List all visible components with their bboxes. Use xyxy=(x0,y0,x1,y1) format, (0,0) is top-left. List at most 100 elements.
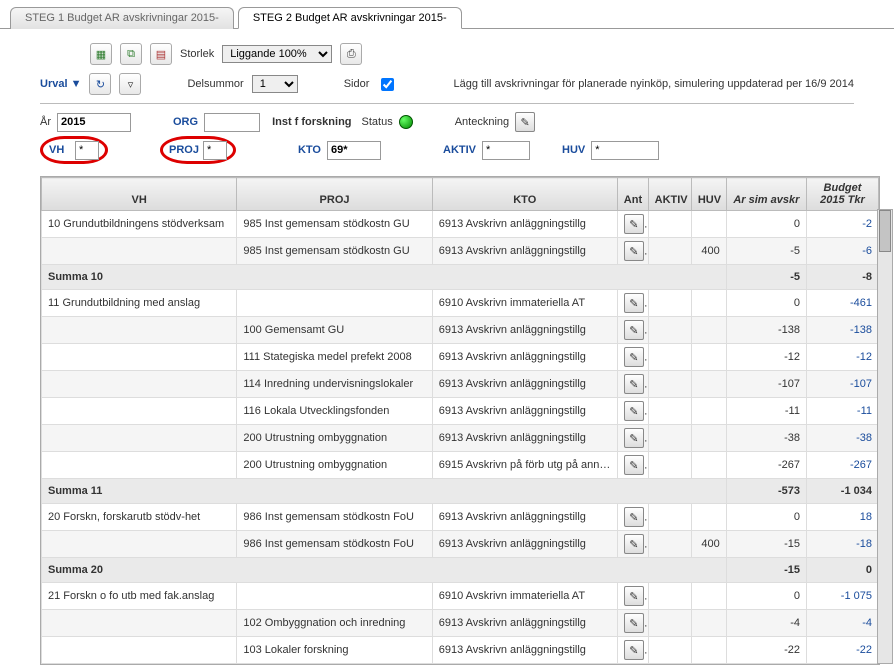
edit-row-button[interactable]: ✎ xyxy=(624,507,644,527)
cell-arsim: -5 xyxy=(726,238,806,265)
cell-huv xyxy=(691,425,726,452)
table-row: 10 Grundutbildningens stödverksam985 Ins… xyxy=(42,211,879,238)
cell-budget: -18 xyxy=(806,531,878,558)
cell-aktiv xyxy=(648,238,691,265)
cell-ant: ✎ xyxy=(617,211,648,238)
proj-input[interactable] xyxy=(203,141,227,160)
cell-kto: 6913 Avskrivn anläggningstillg xyxy=(432,425,617,452)
aktiv-input[interactable] xyxy=(482,141,530,160)
edit-row-button[interactable]: ✎ xyxy=(624,293,644,313)
table-row: Summa 20-150 xyxy=(42,558,879,583)
huv-input[interactable] xyxy=(591,141,659,160)
cell-proj: 103 Lokaler forskning xyxy=(237,637,432,664)
cell-vh xyxy=(42,317,237,344)
edit-row-button[interactable]: ✎ xyxy=(624,401,644,421)
cell-arsim: -573 xyxy=(726,479,806,504)
col-vh[interactable]: VH xyxy=(42,178,237,211)
vh-input[interactable] xyxy=(75,141,99,160)
cell-huv xyxy=(691,398,726,425)
cell-huv: 400 xyxy=(691,238,726,265)
cell-arsim: 0 xyxy=(726,504,806,531)
print-icon[interactable]: ⎙ xyxy=(340,43,362,65)
edit-row-button[interactable]: ✎ xyxy=(624,241,644,261)
edit-row-button[interactable]: ✎ xyxy=(624,586,644,606)
cell-budget: -267 xyxy=(806,452,878,479)
edit-row-button[interactable]: ✎ xyxy=(624,214,644,234)
table-row: 100 Gemensamt GU6913 Avskrivn anläggning… xyxy=(42,317,879,344)
table-row: 986 Inst gemensam stödkostn FoU6913 Avsk… xyxy=(42,531,879,558)
tab-steg-1[interactable]: STEG 1 Budget AR avskrivningar 2015- xyxy=(10,7,234,29)
anteckning-edit-button[interactable]: ✎ xyxy=(515,112,535,132)
storlek-select[interactable]: Liggande 100% xyxy=(222,45,332,63)
refresh-icon[interactable]: ↻ xyxy=(89,73,111,95)
summary-label: Summa 20 xyxy=(42,558,727,583)
edit-row-button[interactable]: ✎ xyxy=(624,320,644,340)
edit-row-button[interactable]: ✎ xyxy=(624,534,644,554)
cell-vh: 10 Grundutbildningens stödverksam xyxy=(42,211,237,238)
col-ant[interactable]: Ant xyxy=(617,178,648,211)
cell-aktiv xyxy=(648,610,691,637)
cell-budget: -22 xyxy=(806,637,878,664)
edit-row-button[interactable]: ✎ xyxy=(624,613,644,633)
cell-vh xyxy=(42,344,237,371)
cell-budget: -461 xyxy=(806,290,878,317)
cell-kto: 6913 Avskrivn anläggningstillg xyxy=(432,531,617,558)
cell-proj xyxy=(237,583,432,610)
edit-row-button[interactable]: ✎ xyxy=(624,347,644,367)
edit-row-button[interactable]: ✎ xyxy=(624,455,644,475)
urval-dropdown[interactable]: Urval ▼ xyxy=(40,78,81,90)
cell-vh: 11 Grundutbildning med anslag xyxy=(42,290,237,317)
pdf-icon[interactable]: ▤ xyxy=(150,43,172,65)
cell-huv xyxy=(691,371,726,398)
cell-kto: 6910 Avskrivn immateriella AT xyxy=(432,290,617,317)
excel-icon[interactable]: ▦ xyxy=(90,43,112,65)
sidor-label: Sidor xyxy=(344,78,370,90)
cell-kto: 6913 Avskrivn anläggningstillg xyxy=(432,504,617,531)
col-proj[interactable]: PROJ xyxy=(237,178,432,211)
summary-label: Summa 11 xyxy=(42,479,727,504)
cell-ant: ✎ xyxy=(617,583,648,610)
cell-kto: 6913 Avskrivn anläggningstillg xyxy=(432,371,617,398)
cell-aktiv xyxy=(648,425,691,452)
cell-huv xyxy=(691,344,726,371)
cell-proj: 111 Stategiska medel prefekt 2008 xyxy=(237,344,432,371)
cell-arsim: -267 xyxy=(726,452,806,479)
table-row: 20 Forskn, forskarutb stödv-het986 Inst … xyxy=(42,504,879,531)
filter-icon[interactable]: ▿ xyxy=(119,73,141,95)
table-row: 103 Lokaler forskning6913 Avskrivn anläg… xyxy=(42,637,879,664)
copy-icon[interactable]: ⧉ xyxy=(120,43,142,65)
filter-row-2: VH PROJ KTO AKTIV HUV xyxy=(0,134,894,166)
cell-huv xyxy=(691,452,726,479)
cell-kto: 6910 Avskrivn immateriella AT xyxy=(432,583,617,610)
sidor-checkbox[interactable] xyxy=(381,78,394,91)
col-huv[interactable]: HUV xyxy=(691,178,726,211)
table-row: Summa 10-5-8 xyxy=(42,265,879,290)
delsummor-select[interactable]: 1 xyxy=(252,75,298,93)
scrollbar[interactable] xyxy=(877,209,893,664)
edit-row-button[interactable]: ✎ xyxy=(624,428,644,448)
col-budget[interactable]: Budget 2015 Tkr xyxy=(806,178,878,211)
col-aktiv[interactable]: AKTIV xyxy=(648,178,691,211)
cell-huv xyxy=(691,583,726,610)
cell-proj: 114 Inredning undervisningslokaler xyxy=(237,371,432,398)
kto-input[interactable] xyxy=(327,141,381,160)
col-kto[interactable]: KTO xyxy=(432,178,617,211)
ar-input[interactable] xyxy=(57,113,131,132)
edit-row-button[interactable]: ✎ xyxy=(624,640,644,660)
col-arsim[interactable]: Ar sim avskr xyxy=(726,178,806,211)
cell-budget: 18 xyxy=(806,504,878,531)
scroll-thumb[interactable] xyxy=(879,210,891,252)
cell-ant: ✎ xyxy=(617,344,648,371)
proj-filter-highlight: PROJ xyxy=(160,136,236,164)
cell-proj: 200 Utrustning ombyggnation xyxy=(237,425,432,452)
delsummor-label: Delsummor xyxy=(187,78,243,90)
cell-vh: 21 Forskn o fo utb med fak.anslag xyxy=(42,583,237,610)
edit-row-button[interactable]: ✎ xyxy=(624,374,644,394)
tab-steg-2[interactable]: STEG 2 Budget AR avskrivningar 2015- xyxy=(238,7,462,29)
org-input[interactable] xyxy=(204,113,260,132)
cell-kto: 6913 Avskrivn anläggningstillg xyxy=(432,610,617,637)
cell-vh xyxy=(42,398,237,425)
proj-label: PROJ xyxy=(169,144,199,156)
cell-huv: 400 xyxy=(691,531,726,558)
cell-vh xyxy=(42,371,237,398)
